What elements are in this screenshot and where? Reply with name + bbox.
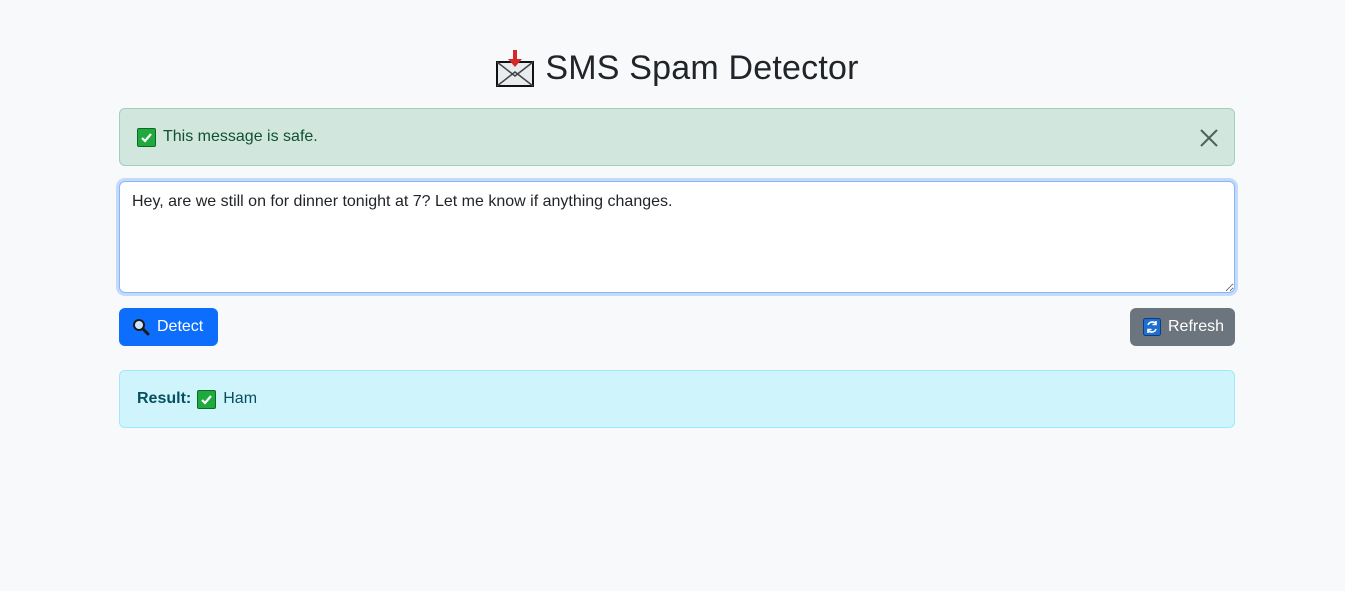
refresh-arrows-icon <box>1143 318 1161 336</box>
inbox-tray-icon <box>495 48 535 88</box>
page-title: SMS Spam Detector <box>545 48 859 87</box>
refresh-button[interactable]: Refresh <box>1130 308 1235 346</box>
detect-button[interactable]: Detect <box>119 308 218 346</box>
message-input[interactable]: Hey, are we still on for dinner tonight … <box>119 181 1235 293</box>
check-mark-button-icon <box>137 127 156 147</box>
result-value: Ham <box>223 390 258 407</box>
close-icon[interactable] <box>1198 127 1220 149</box>
result-alert: Result: Ham <box>119 370 1235 428</box>
refresh-label: Refresh <box>1168 318 1225 335</box>
check-mark-button-icon <box>197 389 217 409</box>
magnifier-icon <box>132 318 150 336</box>
safe-alert: This message is safe. <box>119 108 1235 166</box>
result-label: Result: <box>137 390 192 407</box>
alert-message: This message is safe. <box>163 128 318 145</box>
detect-label: Detect <box>157 318 204 335</box>
page-header: SMS Spam Detector <box>119 46 1235 90</box>
